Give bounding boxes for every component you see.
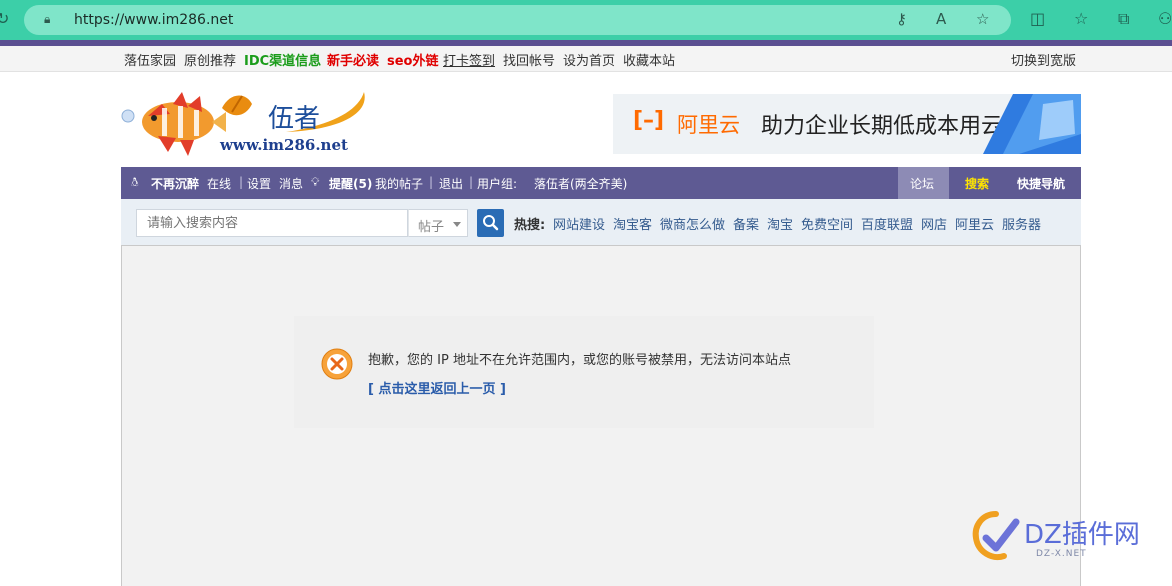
key-icon[interactable]: ⚷ xyxy=(896,10,907,28)
hot-search-term[interactable]: 淘宝 xyxy=(767,214,793,233)
hot-search-term[interactable]: 阿里云 xyxy=(955,214,994,233)
read-aloud-icon[interactable]: A xyxy=(936,10,946,28)
username-link[interactable]: 不再沉醉 xyxy=(151,175,199,192)
usergroup-label: 用户组: xyxy=(477,177,518,191)
hot-search-term[interactable]: 淘宝客 xyxy=(613,214,652,233)
banner-tagline: 助力企业长期低成本用云 xyxy=(761,114,1004,139)
nav-tab-search[interactable]: 搜索 xyxy=(965,175,989,192)
divider: | xyxy=(469,175,474,189)
topbar-link-original[interactable]: 原创推荐 xyxy=(184,50,236,69)
divider: | xyxy=(239,175,244,189)
hot-search-term[interactable]: 免费空间 xyxy=(801,214,853,233)
search-button[interactable] xyxy=(477,209,504,237)
topbar-link-seo[interactable]: seo外链 xyxy=(387,50,439,69)
search-type-label: 帖子 xyxy=(418,220,445,235)
topbar-link-bookmark[interactable]: 收藏本站 xyxy=(623,50,675,69)
banner-graphic xyxy=(983,94,1081,154)
my-posts-link[interactable]: 我的帖子 xyxy=(375,175,423,192)
divider: | xyxy=(429,175,434,189)
settings-link[interactable]: 设置 xyxy=(247,175,271,192)
search-icon xyxy=(483,215,499,231)
logo-name: 伍者 xyxy=(268,104,321,134)
search-type-select[interactable]: 帖子 xyxy=(408,209,468,237)
search-input[interactable] xyxy=(136,209,408,237)
hot-search-term[interactable]: 百度联盟 xyxy=(861,214,913,233)
chevron-down-icon xyxy=(453,222,461,227)
site-topbar: 落伍家园 原创推荐 IDC渠道信息 新手必读 seo外链 打卡签到 找回帐号 设… xyxy=(0,46,1172,72)
alert-message: 抱歉，您的 IP 地址不在允许范围内，或您的账号被禁用，无法访问本站点 xyxy=(368,353,791,368)
topbar-link-sethome[interactable]: 设为首页 xyxy=(563,50,615,69)
go-back-link[interactable]: [ 点击这里返回上一页 ] xyxy=(368,378,506,397)
main-content: 抱歉，您的 IP 地址不在允许范围内，或您的账号被禁用，无法访问本站点 [ 点击… xyxy=(121,245,1081,586)
nav-tab-forum[interactable]: 论坛 xyxy=(898,167,949,199)
error-icon xyxy=(321,348,353,380)
user-navbar: 🐧︎ 不再沉醉 在线 | 设置 消息 💡︎ 提醒(5) 我的帖子 | 退出 | … xyxy=(121,167,1081,199)
hot-search-term[interactable]: 备案 xyxy=(733,214,759,233)
browser-toolbar: ↻ 🔒︎ https://www.im286.net ⚷ A ☆ ◫ ☆ ⧉ ⚇ xyxy=(0,0,1172,40)
address-bar[interactable]: 🔒︎ https://www.im286.net ⚷ A ☆ xyxy=(24,5,1011,35)
hot-search-term[interactable]: 网店 xyxy=(921,214,947,233)
reminders-link[interactable]: 提醒(5) xyxy=(329,175,372,192)
banner-brand: 阿里云 xyxy=(677,113,740,137)
nav-tab-forum-label: 论坛 xyxy=(910,177,935,191)
favorites-icon[interactable]: ☆ xyxy=(1074,9,1088,28)
logout-link[interactable]: 退出 xyxy=(439,175,463,192)
collections-icon[interactable]: ⧉ xyxy=(1118,9,1129,29)
topbar-link-idc[interactable]: IDC渠道信息 xyxy=(244,50,321,69)
lock-icon[interactable]: 🔒︎ xyxy=(44,12,50,27)
topbar-link-home[interactable]: 落伍家园 xyxy=(124,50,176,69)
usergroup-value[interactable]: 落伍者(两全齐美) xyxy=(534,175,627,192)
error-alert: 抱歉，您的 IP 地址不在允许范围内，或您的账号被禁用，无法访问本站点 [ 点击… xyxy=(294,316,874,428)
split-screen-icon[interactable]: ◫ xyxy=(1030,9,1045,28)
messages-link[interactable]: 消息 xyxy=(279,175,303,192)
watermark-subtext: DZ-X.NET xyxy=(1036,549,1087,559)
topbar-link-wide[interactable]: 切换到宽版 xyxy=(1011,50,1076,69)
watermark: DZ插件网 DZ-X.NET xyxy=(970,508,1170,568)
watermark-text: DZ插件网 xyxy=(1024,520,1140,550)
bulb-icon: 💡︎ xyxy=(311,175,320,189)
online-status[interactable]: 在线 xyxy=(207,175,231,192)
extensions-icon[interactable]: ⚇ xyxy=(1158,9,1172,28)
aliyun-banner[interactable]: [–] 阿里云 助力企业长期低成本用云 xyxy=(613,94,1081,154)
hot-search-label: 热搜: xyxy=(514,218,546,233)
topbar-link-checkin[interactable]: 打卡签到 xyxy=(443,50,495,69)
hot-search-term[interactable]: 服务器 xyxy=(1002,214,1041,233)
refresh-icon[interactable]: ↻ xyxy=(0,9,9,28)
topbar-link-newbie[interactable]: 新手必读 xyxy=(327,50,379,69)
qq-penguin-icon: 🐧︎ xyxy=(131,175,139,189)
favorite-star-icon[interactable]: ☆ xyxy=(976,10,989,28)
hot-search-term[interactable]: 网站建设 xyxy=(553,214,605,233)
aliyun-logo-icon: [–] xyxy=(633,108,665,133)
nav-quick-menu[interactable]: 快捷导航 xyxy=(1017,175,1065,192)
logo-url: www.im286.net xyxy=(220,136,348,154)
search-bar: 帖子 热搜: 网站建设 淘宝客 微商怎么做 备案 淘宝 免费空间 百度联盟 网店… xyxy=(121,199,1081,245)
url-text[interactable]: https://www.im286.net xyxy=(74,12,233,28)
topbar-link-recover[interactable]: 找回帐号 xyxy=(503,50,555,69)
hot-search-term[interactable]: 微商怎么做 xyxy=(660,214,725,233)
watermark-logo-icon xyxy=(972,511,1020,560)
